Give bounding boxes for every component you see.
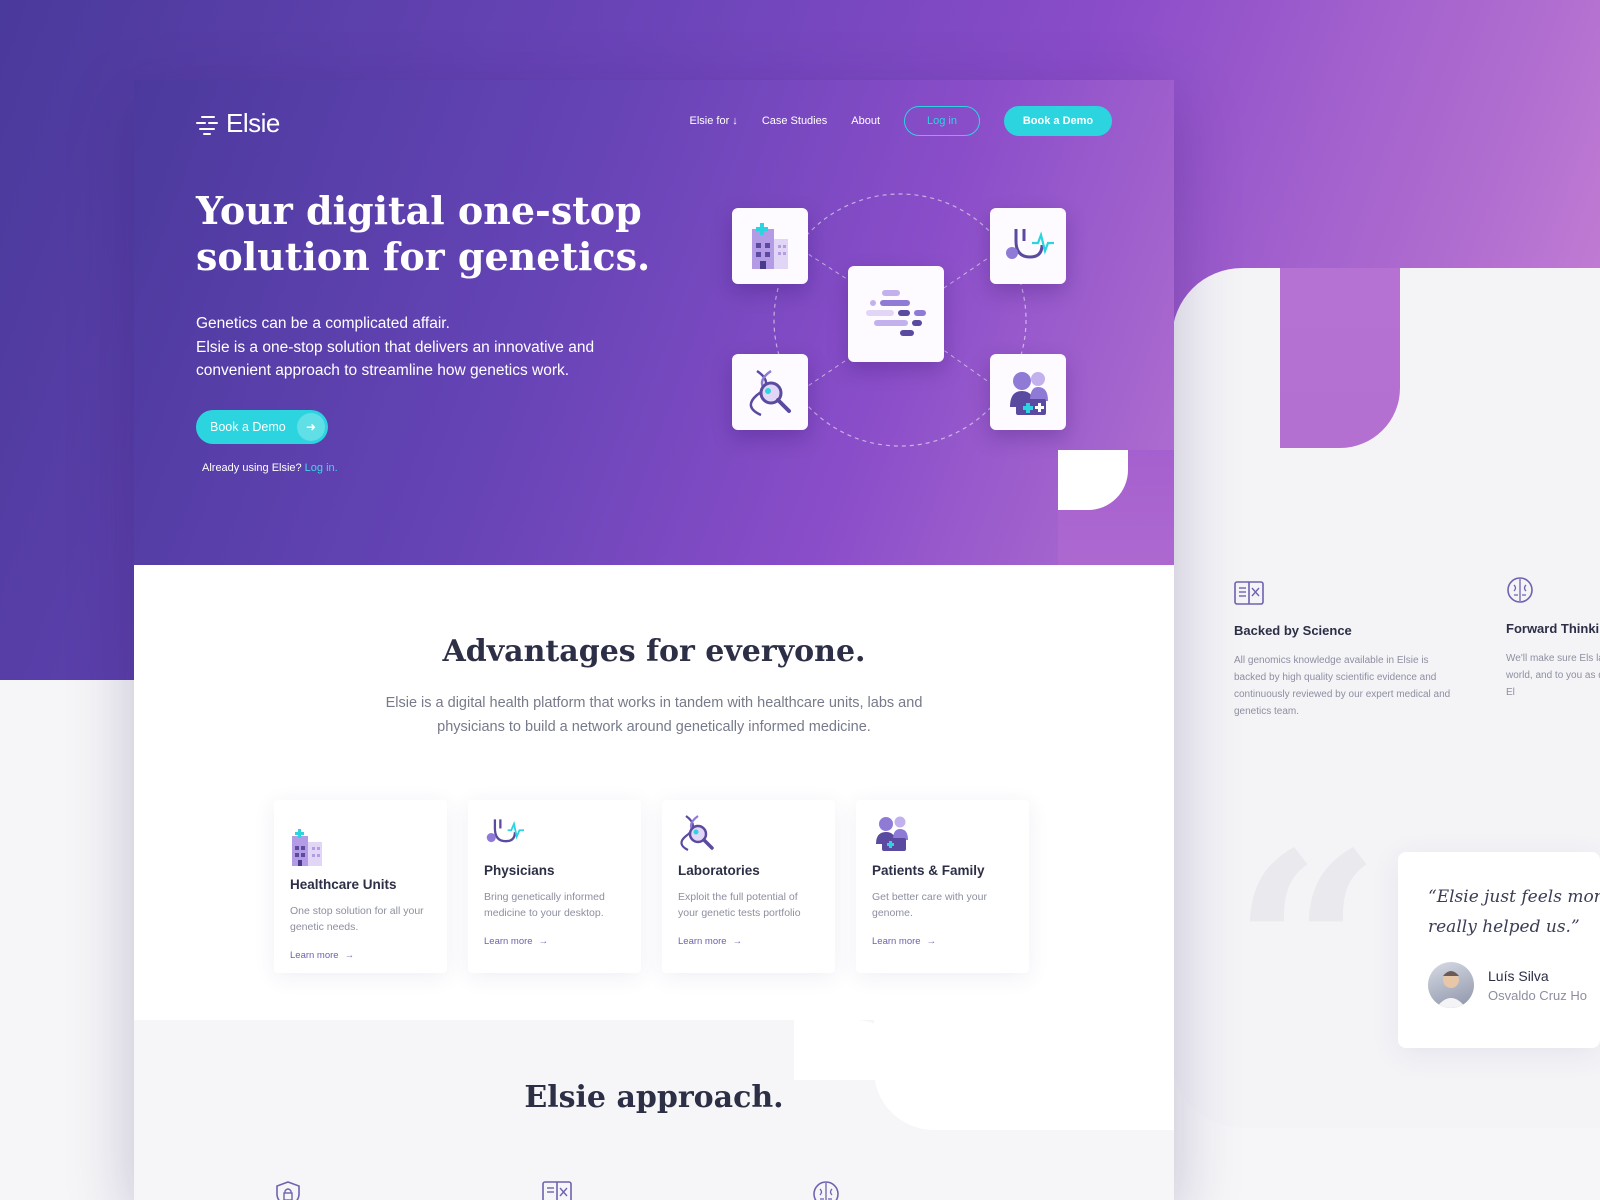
learn-more-link[interactable]: Learn more → [290, 950, 431, 961]
feature-backed-by-science: Backed by Science All genomics knowledge… [1234, 580, 1454, 720]
feature-title: Forward Thinki [1506, 621, 1600, 636]
brain-icon [813, 1181, 839, 1200]
book-icon [1234, 581, 1264, 605]
nav-case-studies[interactable]: Case Studies [762, 115, 827, 127]
book-icon [542, 1181, 572, 1200]
hero-description: Genetics can be a complicated affair. El… [196, 312, 656, 383]
card-title: Healthcare Units [290, 877, 397, 892]
stethoscope-icon [486, 819, 524, 843]
testimonial-name: Luís Silva [1488, 967, 1549, 984]
advantages-title: Advantages for everyone. [442, 634, 866, 669]
arrow-right-icon: → [926, 936, 937, 947]
hero-desc-line2: Elsie is a one-stop solution that delive… [196, 338, 595, 380]
approach-icons [274, 1180, 840, 1200]
hospital-icon [292, 829, 322, 866]
card-physicians[interactable]: Physicians Bring genetically informed me… [468, 800, 641, 973]
feature-title: Backed by Science [1234, 623, 1352, 638]
learn-more-label: Learn more [484, 936, 533, 947]
landing-page: Elsie Elsie for ↓ Case Studies About Log… [134, 80, 1174, 1200]
quote-mark-decoration: “ [1232, 797, 1382, 1102]
family-icon [1010, 372, 1048, 415]
feature-forward-thinking: Forward Thinki We'll make sure Els lates… [1506, 576, 1600, 701]
already-label: Already using Elsie? [202, 462, 302, 474]
avatar [1428, 962, 1474, 1008]
tile-dna-search [732, 354, 808, 430]
hero-desc-line1: Genetics can be a complicated affair. [196, 315, 450, 332]
testimonial-org: Osvaldo Cruz Ho [1488, 987, 1587, 1003]
hero-title: Your digital one-stop solution for genet… [196, 188, 651, 279]
card-desc: Get better care with your genome. [872, 891, 987, 919]
feature-desc: All genomics knowledge available in Elsi… [1234, 655, 1451, 717]
card-title: Laboratories [678, 863, 760, 878]
nav-about[interactable]: About [851, 115, 880, 127]
logo[interactable]: Elsie [196, 108, 280, 139]
card-desc: One stop solution for all your genetic n… [290, 905, 424, 933]
tile-stethoscope [990, 208, 1066, 284]
learn-more-label: Learn more [290, 950, 339, 961]
card-title: Patients & Family [872, 863, 985, 878]
card-healthcare-units[interactable]: Healthcare Units One stop solution for a… [274, 800, 447, 973]
arrow-right-icon: ➜ [297, 413, 325, 441]
card-patients-family[interactable]: Patients & Family Get better care with y… [856, 800, 1029, 973]
shield-lock-icon [276, 1181, 300, 1200]
nav-elsie-for[interactable]: Elsie for ↓ [690, 115, 738, 127]
card-laboratories[interactable]: Laboratories Exploit the full potential … [662, 800, 835, 973]
already-using-text: Already using Elsie? Log in. [202, 462, 338, 474]
arrow-right-icon: → [344, 950, 355, 961]
logo-mark-icon [196, 114, 220, 135]
login-button[interactable]: Log in [904, 106, 980, 136]
testimonial-quote: “Elsie just feels more really helped us.… [1428, 887, 1600, 937]
tile-family [990, 354, 1066, 430]
book-demo-hero-button[interactable]: Book a Demo ➜ [196, 410, 328, 444]
hospital-icon [752, 223, 788, 269]
main-nav: Elsie for ↓ Case Studies About Log in Bo… [690, 106, 1112, 136]
testimonial-person: Luís Silva Osvaldo Cruz Ho [1428, 962, 1600, 1008]
learn-more-link[interactable]: Learn more → [484, 936, 625, 947]
brain-icon [1507, 577, 1533, 603]
arrow-right-icon: → [732, 936, 743, 947]
card-title: Physicians [484, 863, 555, 878]
dna-search-icon [680, 815, 714, 851]
tile-hospital [732, 208, 808, 284]
stethoscope-icon [1006, 229, 1054, 259]
advantages-description: Elsie is a digital health platform that … [385, 695, 923, 735]
hero-cta-label: Book a Demo [210, 420, 286, 434]
approach-title: Elsie approach. [524, 1080, 784, 1115]
learn-more-link[interactable]: Learn more → [872, 936, 1013, 947]
card-desc: Exploit the full potential of your genet… [678, 891, 801, 919]
hero-login-link[interactable]: Log in. [305, 462, 338, 474]
network-illustration [730, 184, 1070, 456]
card-desc: Bring genetically informed medicine to y… [484, 891, 605, 919]
family-icon [876, 816, 908, 851]
testimonial-card: “Elsie just feels more really helped us.… [1398, 852, 1600, 1048]
feature-desc: We'll make sure Els latest groundbreaki … [1506, 653, 1600, 698]
dna-search-icon [749, 369, 791, 417]
learn-more-link[interactable]: Learn more → [678, 936, 819, 947]
logo-text: Elsie [226, 108, 280, 138]
tile-elsie-center [848, 266, 944, 362]
elsie-logo-icon [866, 290, 926, 336]
advantage-cards: Healthcare Units One stop solution for a… [274, 800, 1029, 973]
arrow-right-icon: → [538, 936, 549, 947]
book-demo-nav-button[interactable]: Book a Demo [1004, 106, 1112, 136]
side-panel-notch [1280, 268, 1400, 448]
learn-more-label: Learn more [678, 936, 727, 947]
learn-more-label: Learn more [872, 936, 921, 947]
